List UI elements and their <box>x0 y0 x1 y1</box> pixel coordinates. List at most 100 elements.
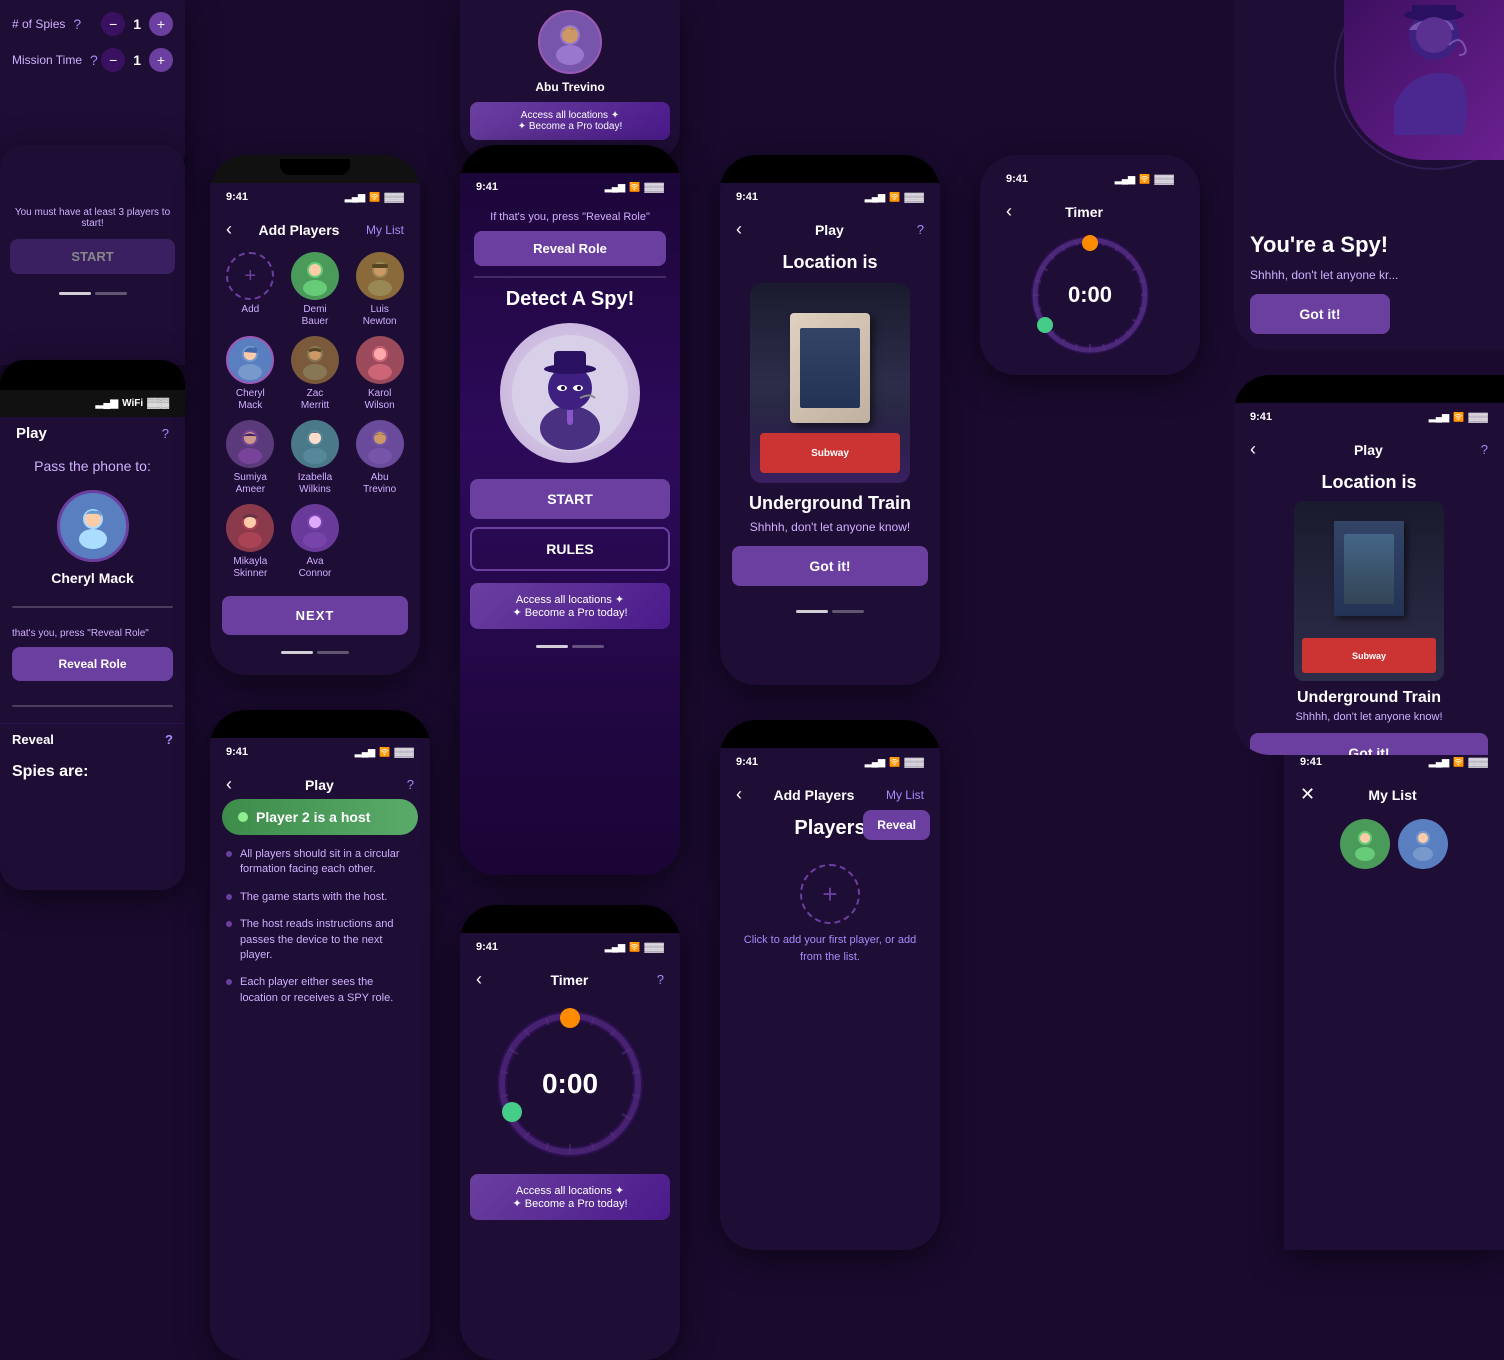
start-game-btn[interactable]: START <box>470 479 670 519</box>
play-title: Play <box>16 425 47 442</box>
gi-play-title: Play <box>1354 442 1383 458</box>
loc-battery: ▓▓▓ <box>904 192 924 202</box>
luis-avatar <box>356 252 404 300</box>
timer-b-time: 9:41 <box>476 941 498 953</box>
spies-are-label: Spies are: <box>12 763 173 781</box>
add-players-time: 9:41 <box>226 191 248 203</box>
reveal-role-center-btn[interactable]: Reveal Role <box>474 231 666 266</box>
rules-help[interactable]: ? <box>407 777 414 792</box>
player-ava[interactable]: AvaConnor <box>287 504 344 580</box>
pl-back[interactable]: ‹ <box>736 784 742 805</box>
play-title-loc: Play <box>815 222 844 238</box>
abu-name-top: Abu Trevino <box>470 80 670 94</box>
gi-secret-text: Shhhh, don't let anyone know! <box>1250 711 1488 723</box>
pro-banner-timer[interactable]: Access all locations ✦ ✦ Become a Pro to… <box>470 1174 670 1220</box>
rule-dot-1 <box>226 851 232 857</box>
sumiya-avatar <box>226 420 274 468</box>
pro-banner-top[interactable]: Access all locations ✦ ✦ Become a Pro to… <box>470 102 670 140</box>
gi-back[interactable]: ‹ <box>1250 439 1256 460</box>
spies-label: # of Spies <box>12 17 65 31</box>
got-it-right-btn[interactable]: Got it! <box>1250 294 1390 334</box>
demi-avatar <box>291 252 339 300</box>
spies-increment[interactable]: + <box>149 12 173 36</box>
next-button[interactable]: NEXT <box>222 596 408 635</box>
timer-b-title: Timer <box>550 972 588 988</box>
timer-b-back[interactable]: ‹ <box>476 969 482 990</box>
start-button-disabled[interactable]: START <box>10 239 175 274</box>
reveal-bottom-help[interactable]: ? <box>165 732 173 747</box>
spy-label: You're a Spy! <box>1250 232 1488 258</box>
rules-back[interactable]: ‹ <box>226 774 232 795</box>
location-label: Location is <box>732 252 928 273</box>
ml-avatar-2 <box>1398 819 1448 869</box>
spies-decrement[interactable]: − <box>101 12 125 36</box>
pro-banner-center[interactable]: Access all locations ✦ ✦ Become a Pro to… <box>470 583 670 629</box>
spies-help: ? <box>73 16 81 32</box>
add-icon: + <box>226 252 274 300</box>
rule-2: The game starts with the host. <box>226 890 414 905</box>
loc-help[interactable]: ? <box>917 222 924 237</box>
signal-icon: ▂▄▆ <box>96 398 118 409</box>
spy-char-image <box>1364 5 1484 155</box>
timer-b-wifi: 🛜 <box>629 942 640 953</box>
host-status-dot <box>238 812 248 822</box>
play-help-icon[interactable]: ? <box>162 426 169 441</box>
karol-avatar <box>356 336 404 384</box>
player-luis[interactable]: LuisNewton <box>351 252 408 328</box>
player-demi[interactable]: DemiBauer <box>287 252 344 328</box>
zac-avatar <box>291 336 339 384</box>
got-it-btn[interactable]: Got it! <box>732 546 928 586</box>
phone-rules: 9:41 ▂▄▆ 🛜 ▓▓▓ ‹ Play ? Player 2 is a ho… <box>210 710 430 1360</box>
reveal-subtitle-partial: that's you, press "Reveal Role" <box>12 628 173 639</box>
got-it-btn-main[interactable]: Got it! <box>1250 733 1488 755</box>
phone-add-players: 9:41 ▂▄▆ 🛜 ▓▓▓ ‹ Add Players My List + A… <box>210 155 420 675</box>
reveal-bottom-title: Reveal <box>12 732 54 747</box>
got-it-time: 9:41 <box>1250 411 1272 423</box>
rules-btn[interactable]: RULES <box>470 527 670 571</box>
mission-increment[interactable]: + <box>149 48 173 72</box>
my-list-link[interactable]: My List <box>366 223 404 237</box>
timer-display: 0:00 <box>1068 282 1112 307</box>
ml-close[interactable]: ✕ <box>1300 784 1315 805</box>
my-list-title: My List <box>1368 787 1416 803</box>
phone-players-list: 9:41 ▂▄▆ 🛜 ▓▓▓ ‹ Add Players My List Pla… <box>720 720 940 1250</box>
ml-battery: ▓▓▓ <box>1468 757 1488 767</box>
phone-timer-top: 9:41 ▂▄▆ 🛜 ▓▓▓ ‹ Timer <box>980 155 1200 375</box>
detect-battery: ▓▓▓ <box>644 182 664 192</box>
reveal-btn-players[interactable]: Reveal <box>863 810 930 840</box>
reveal-role-btn-partial[interactable]: Reveal Role <box>12 647 173 681</box>
timer-time: 9:41 <box>1006 173 1028 185</box>
player-zac[interactable]: ZacMerritt <box>287 336 344 412</box>
battery-icon: ▓▓▓ <box>147 398 169 409</box>
ava-avatar <box>291 504 339 552</box>
rule-3: The host reads instructions and passes t… <box>226 917 414 963</box>
abu-avatar-top <box>545 17 595 67</box>
timer-wifi: 🛜 <box>1139 174 1150 185</box>
player-abu[interactable]: AbuTrevino <box>351 420 408 496</box>
detect-wifi: 🛜 <box>629 182 640 193</box>
add-player-hint: Click to add your first player, or add f… <box>736 932 924 965</box>
add-players-title-2: Add Players <box>774 787 855 803</box>
add-back-btn[interactable]: ‹ <box>226 219 232 240</box>
player-karol[interactable]: KarolWilson <box>351 336 408 412</box>
got-it-partial: 9:41 ▂▄▆ 🛜 ▓▓▓ ‹ Play ? Location is Subw… <box>1234 375 1504 755</box>
player-izabella[interactable]: IzabellaWilkins <box>287 420 344 496</box>
add-player-item[interactable]: + Add <box>222 252 279 328</box>
loc-back[interactable]: ‹ <box>736 219 742 240</box>
timer-title: Timer <box>1065 204 1103 220</box>
timer-b-help[interactable]: ? <box>657 972 664 987</box>
rules-signal: ▂▄▆ <box>355 747 375 758</box>
gi-wifi: 🛜 <box>1453 412 1464 423</box>
player-sumiya[interactable]: SumiyaAmeer <box>222 420 279 496</box>
player-cheryl[interactable]: CherylMack <box>222 336 279 412</box>
mission-value: 1 <box>133 52 141 68</box>
my-list-link-2[interactable]: My List <box>886 788 924 802</box>
player-mikayla[interactable]: MikaylaSkinner <box>222 504 279 580</box>
mission-decrement[interactable]: − <box>101 48 125 72</box>
gi-help[interactable]: ? <box>1481 442 1488 457</box>
rule-dot-4 <box>226 979 232 985</box>
timer-back[interactable]: ‹ <box>1006 201 1012 222</box>
izabella-avatar <box>291 420 339 468</box>
add-first-player-btn[interactable]: + <box>800 864 860 924</box>
timer-b-battery: ▓▓▓ <box>644 942 664 952</box>
